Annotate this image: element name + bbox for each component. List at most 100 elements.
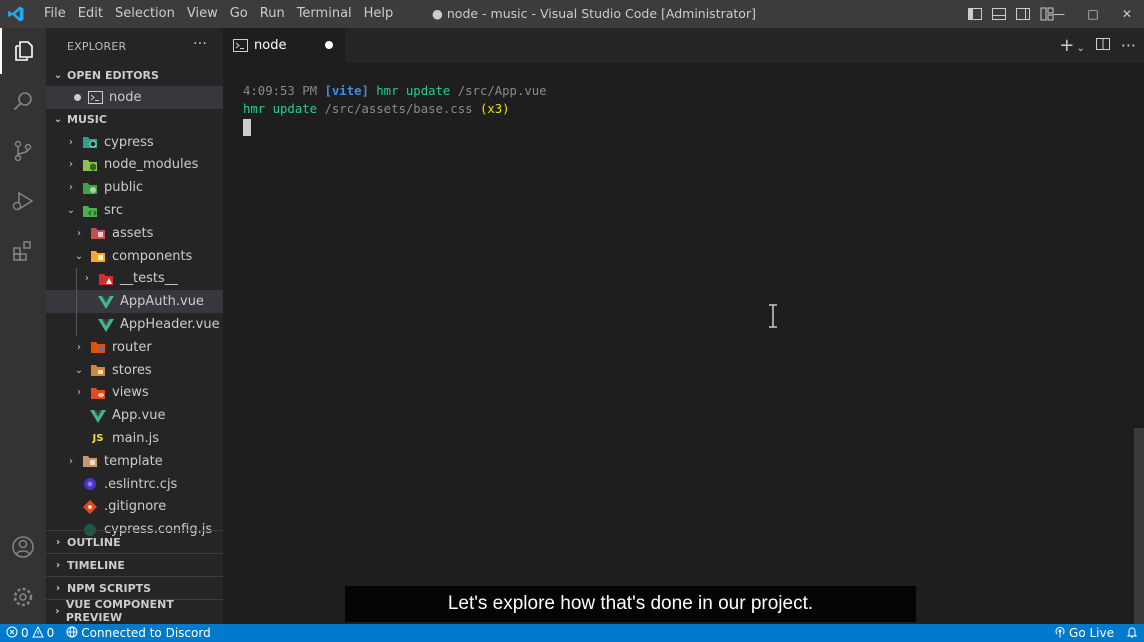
toggle-primary-sidebar-icon[interactable]: [966, 5, 984, 23]
more-actions-icon[interactable]: ···: [193, 36, 207, 52]
error-icon: [6, 626, 18, 641]
vscode-logo-icon: [2, 0, 30, 28]
tree-item-gitignore[interactable]: .gitignore: [46, 496, 223, 519]
tree-item-router[interactable]: › router: [46, 336, 223, 359]
search-icon[interactable]: [0, 78, 46, 124]
scrollbar[interactable]: [1134, 428, 1144, 624]
menu-file[interactable]: File: [38, 0, 72, 28]
unsaved-dot-icon: [74, 93, 81, 101]
tree-item-main-js[interactable]: JS main.js: [46, 427, 223, 450]
close-icon[interactable]: ✕: [1110, 0, 1144, 28]
tree-item-label: node_modules: [104, 157, 199, 173]
tree-item-components[interactable]: ⌄ components: [46, 245, 223, 268]
warning-icon: [31, 625, 44, 641]
menu-edit[interactable]: Edit: [72, 0, 109, 28]
chevron-down-icon: ⌄: [74, 250, 84, 262]
chevron-right-icon: ›: [55, 559, 61, 571]
terminal-icon: [87, 89, 103, 105]
new-terminal-icon[interactable]: + ⌄: [1059, 35, 1084, 56]
discord-status[interactable]: Connected to Discord: [60, 626, 216, 641]
activity-bar: [0, 28, 46, 624]
window-title: ● node - music - Visual Studio Code [Adm…: [432, 6, 756, 21]
log-time: 4:09:53 PM: [243, 84, 318, 98]
chevron-down-icon[interactable]: ⌄: [1076, 43, 1084, 54]
discord-label: Connected to Discord: [81, 626, 211, 640]
chevron-right-icon: ›: [55, 605, 60, 617]
tree-item-assets[interactable]: › assets: [46, 222, 223, 245]
chevron-right-icon: ›: [69, 136, 73, 148]
music-folder-header[interactable]: ⌄ MUSIC: [46, 109, 223, 131]
manage-gear-icon[interactable]: [0, 574, 46, 620]
tree-item-label: main.js: [112, 431, 159, 447]
extensions-icon[interactable]: [0, 228, 46, 274]
tree-item-cypress[interactable]: › cypress: [46, 131, 223, 154]
maximize-icon[interactable]: □: [1076, 0, 1110, 28]
explorer-icon[interactable]: [0, 28, 46, 74]
vue-component-preview-header[interactable]: › VUE COMPONENT PREVIEW: [46, 598, 223, 624]
log-path: /src/App.vue: [457, 84, 547, 98]
accounts-icon[interactable]: [0, 524, 46, 570]
menu-bar: File Edit Selection View Go Run Terminal…: [38, 0, 399, 28]
tree-item-src[interactable]: ⌄ src: [46, 199, 223, 222]
menu-selection[interactable]: Selection: [109, 0, 181, 28]
log-tag: [vite]: [324, 84, 369, 98]
vue-file-icon: [98, 294, 114, 310]
open-editors-header[interactable]: ⌄ OPEN EDITORS: [46, 64, 223, 86]
more-actions-icon[interactable]: ···: [1121, 36, 1136, 55]
log-action: hmr update: [243, 102, 318, 116]
folder-views-icon: [90, 385, 106, 401]
tab-node[interactable]: node: [223, 28, 345, 63]
chevron-down-icon: ⌄: [74, 364, 84, 376]
chevron-right-icon: ›: [55, 582, 61, 594]
tree-item-template[interactable]: › template: [46, 450, 223, 473]
timeline-header[interactable]: › TIMELINE: [46, 553, 223, 576]
chevron-right-icon: ›: [77, 227, 81, 239]
bell-icon: [1126, 626, 1138, 641]
tree-item-views[interactable]: › views: [46, 382, 223, 405]
tree-item-eslintrc[interactable]: .eslintrc.cjs: [46, 473, 223, 496]
tree-item-app-vue[interactable]: App.vue: [46, 404, 223, 427]
unsaved-dot-icon[interactable]: [325, 41, 333, 49]
notifications-button[interactable]: [1120, 626, 1144, 641]
folder-components-icon: [90, 248, 106, 264]
outline-header[interactable]: › OUTLINE: [46, 530, 223, 553]
menu-terminal[interactable]: Terminal: [291, 0, 358, 28]
tree-item-label: AppHeader.vue: [120, 317, 220, 333]
tree-item-label: cypress: [104, 134, 154, 150]
terminal-output[interactable]: 4:09:53 PM [vite] hmr update /src/App.vu…: [243, 82, 547, 141]
tree-item-label: .eslintrc.cjs: [104, 476, 178, 492]
npm-scripts-header[interactable]: › NPM SCRIPTS: [46, 576, 223, 599]
open-editors-title: OPEN EDITORS: [67, 68, 159, 82]
tree-item-tests[interactable]: › __tests__: [46, 267, 223, 291]
source-control-icon[interactable]: [0, 128, 46, 174]
open-editor-label: node: [109, 89, 142, 105]
video-caption: Let's explore how that's done in our pro…: [345, 586, 916, 622]
run-debug-icon[interactable]: [0, 178, 46, 224]
menu-go[interactable]: Go: [224, 0, 254, 28]
chevron-right-icon: ›: [69, 455, 73, 467]
sidebar-collapsed-sections: › OUTLINE › TIMELINE › NPM SCRIPTS › VUE…: [46, 530, 223, 624]
tree-item-stores[interactable]: ⌄ stores: [46, 359, 223, 382]
minimize-icon[interactable]: —: [1042, 0, 1076, 28]
split-editor-icon[interactable]: [1095, 36, 1111, 56]
section-title: TIMELINE: [67, 558, 125, 572]
menu-run[interactable]: Run: [254, 0, 291, 28]
tree-item-label: AppAuth.vue: [120, 294, 204, 310]
tree-item-public[interactable]: › public: [46, 176, 223, 199]
tree-item-appauth-vue[interactable]: AppAuth.vue: [46, 290, 223, 314]
chevron-right-icon: ›: [69, 182, 73, 194]
toggle-panel-icon[interactable]: [990, 5, 1008, 23]
tree-item-node-modules[interactable]: › node_modules: [46, 154, 223, 177]
open-editor-node[interactable]: node: [46, 86, 223, 109]
problems-indicator[interactable]: 0 0: [0, 625, 60, 641]
sidebar-header: EXPLORER ···: [46, 28, 223, 64]
chevron-down-icon: ⌄: [53, 114, 63, 126]
section-title: VUE COMPONENT PREVIEW: [65, 598, 174, 624]
go-live-button[interactable]: Go Live: [1048, 626, 1120, 641]
tree-item-label: router: [112, 339, 152, 355]
toggle-secondary-sidebar-icon[interactable]: [1014, 5, 1032, 23]
tree-item-appheader-vue[interactable]: AppHeader.vue: [46, 313, 223, 336]
section-title: OUTLINE: [67, 535, 121, 549]
menu-view[interactable]: View: [181, 0, 224, 28]
menu-help[interactable]: Help: [358, 0, 400, 28]
